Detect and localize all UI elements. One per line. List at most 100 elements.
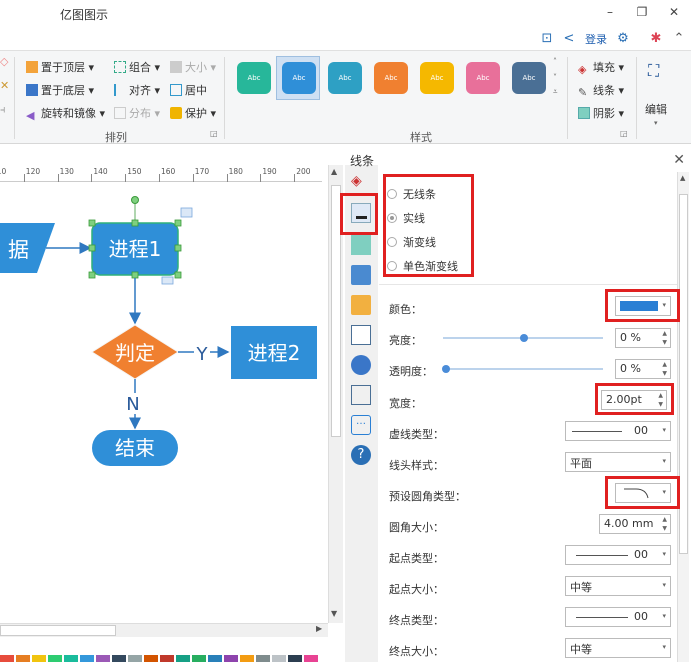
- horizontal-scrollbar[interactable]: ▶: [0, 623, 328, 637]
- palette-color-swatch[interactable]: [272, 655, 286, 662]
- page-icon[interactable]: [351, 325, 371, 345]
- help-icon[interactable]: ?: [351, 445, 371, 465]
- palette-color-swatch[interactable]: [112, 655, 126, 662]
- ruler-tick-label: 200: [296, 167, 311, 176]
- style-swatch[interactable]: Abc: [512, 62, 546, 94]
- shadow-button[interactable]: 阴影 ▾: [578, 105, 624, 121]
- palette-color-swatch[interactable]: [288, 655, 302, 662]
- palette-color-swatch[interactable]: [304, 655, 318, 662]
- style-swatch[interactable]: Abc: [466, 62, 500, 94]
- transparency-input[interactable]: 0 % ▲ ▼: [615, 359, 671, 379]
- palette-color-swatch[interactable]: [96, 655, 110, 662]
- shadow-icon[interactable]: [351, 235, 371, 255]
- palette-color-swatch[interactable]: [64, 655, 78, 662]
- palette-color-swatch[interactable]: [48, 655, 62, 662]
- end-size-dropdown[interactable]: 中等 ▾: [565, 638, 671, 658]
- bring-front-button[interactable]: 置于顶层 ▾: [26, 59, 94, 75]
- drawing-canvas[interactable]: 据 进程1 判定 Y 进程2 N 结束: [0, 183, 326, 623]
- palette-color-swatch[interactable]: [240, 655, 254, 662]
- restore-icon[interactable]: ❐: [632, 3, 652, 21]
- palette-color-swatch[interactable]: [144, 655, 158, 662]
- start-size-dropdown[interactable]: 中等 ▾: [565, 576, 671, 596]
- style-swatch[interactable]: Abc: [420, 62, 454, 94]
- login-link[interactable]: 登录: [585, 31, 607, 47]
- close-icon[interactable]: ✕: [664, 3, 684, 21]
- dialog-launcher-icon[interactable]: ◲: [210, 129, 218, 138]
- edit-button[interactable]: 编辑: [645, 101, 667, 117]
- globe-icon[interactable]: [351, 355, 371, 375]
- screenshot-icon[interactable]: ⊡: [538, 30, 556, 48]
- align-button[interactable]: 对齐 ▾: [114, 82, 160, 98]
- center-button[interactable]: 居中: [170, 82, 207, 98]
- size-button[interactable]: 大小 ▾: [170, 59, 216, 75]
- theme-icon[interactable]: ✱: [647, 30, 665, 48]
- distribute-button[interactable]: 分布 ▾: [114, 105, 160, 121]
- palette-color-swatch[interactable]: [224, 655, 238, 662]
- align-icon: [114, 84, 126, 96]
- dialog-launcher-icon[interactable]: ◲: [620, 129, 628, 138]
- style-swatch[interactable]: Abc: [282, 62, 316, 94]
- stepper-icon[interactable]: ▲ ▼: [662, 360, 667, 378]
- dash-type-dropdown[interactable]: 00 ▾: [565, 421, 671, 441]
- line-button[interactable]: ✎ 线条 ▾: [578, 82, 624, 99]
- style-swatch[interactable]: Abc: [374, 62, 408, 94]
- gallery-down-icon[interactable]: ˅: [553, 73, 557, 82]
- brightness-slider-knob[interactable]: [520, 334, 528, 342]
- gallery-up-icon[interactable]: ˄: [553, 57, 557, 66]
- arrow-style-label: 线头样式：: [389, 459, 444, 472]
- gear-icon[interactable]: ⚙: [614, 30, 632, 48]
- rotate-mirror-button[interactable]: ◀ 旋转和镜像 ▾: [26, 105, 105, 122]
- group-button[interactable]: 组合 ▾: [114, 59, 160, 75]
- binoculars-icon[interactable]: ⛶: [648, 61, 659, 81]
- scroll-up-icon[interactable]: ▲: [680, 174, 685, 182]
- scroll-up-icon[interactable]: ▲: [331, 167, 337, 176]
- palette-color-swatch[interactable]: [32, 655, 46, 662]
- partial-icon: ✕: [0, 79, 10, 92]
- layers-icon[interactable]: [351, 295, 371, 315]
- scroll-down-icon[interactable]: ▼: [331, 609, 337, 618]
- palette-color-swatch[interactable]: [192, 655, 206, 662]
- style-swatch[interactable]: Abc: [237, 62, 271, 94]
- image-icon[interactable]: [351, 265, 371, 285]
- floating-menu-icon[interactable]: [180, 207, 193, 218]
- attachment-icon[interactable]: [351, 385, 371, 405]
- stepper-icon[interactable]: ▲ ▼: [662, 515, 667, 533]
- palette-color-swatch[interactable]: [128, 655, 142, 662]
- scroll-thumb[interactable]: [679, 194, 688, 554]
- arrow-style-dropdown[interactable]: 平面 ▾: [565, 452, 671, 472]
- quick-style-icon[interactable]: [161, 276, 174, 285]
- color-palette-strip[interactable]: [0, 655, 330, 662]
- gallery-more-icon[interactable]: ⩡: [553, 87, 558, 97]
- palette-color-swatch[interactable]: [208, 655, 222, 662]
- fill-button[interactable]: ◈ 填充 ▾: [578, 59, 624, 76]
- share-icon[interactable]: <: [560, 30, 578, 48]
- palette-color-swatch[interactable]: [256, 655, 270, 662]
- ruler-tick-label: 190: [262, 167, 277, 176]
- fill-bucket-icon[interactable]: ◈: [351, 173, 371, 193]
- send-back-button[interactable]: 置于底层 ▾: [26, 82, 94, 98]
- corner-size-input[interactable]: 4.00 mm ▲ ▼: [599, 514, 671, 534]
- palette-color-swatch[interactable]: [176, 655, 190, 662]
- rotate-handle[interactable]: [131, 196, 139, 204]
- style-swatch[interactable]: Abc: [328, 62, 362, 94]
- palette-color-swatch[interactable]: [16, 655, 30, 662]
- minimize-icon[interactable]: –: [600, 3, 620, 21]
- palette-color-swatch[interactable]: [80, 655, 94, 662]
- color-label: 颜色：: [389, 303, 422, 316]
- scroll-thumb[interactable]: [0, 625, 116, 636]
- stepper-icon[interactable]: ▲ ▼: [662, 329, 667, 347]
- panel-scrollbar[interactable]: ▲: [677, 172, 689, 662]
- transparency-slider-knob[interactable]: [442, 365, 450, 373]
- edit-caret-icon[interactable]: ▾: [654, 119, 658, 127]
- collapse-ribbon-icon[interactable]: ⌃: [670, 30, 688, 48]
- comment-icon[interactable]: …: [351, 415, 371, 435]
- palette-color-swatch[interactable]: [160, 655, 174, 662]
- brightness-input[interactable]: 0 % ▲ ▼: [615, 328, 671, 348]
- palette-color-swatch[interactable]: [0, 655, 14, 662]
- protect-button[interactable]: 保护 ▾: [170, 105, 216, 121]
- end-type-dropdown[interactable]: 00 ▾: [565, 607, 671, 627]
- start-type-dropdown[interactable]: 00 ▾: [565, 545, 671, 565]
- transparency-slider[interactable]: [443, 368, 603, 370]
- scroll-right-icon[interactable]: ▶: [316, 624, 322, 633]
- close-icon[interactable]: ✕: [673, 152, 685, 168]
